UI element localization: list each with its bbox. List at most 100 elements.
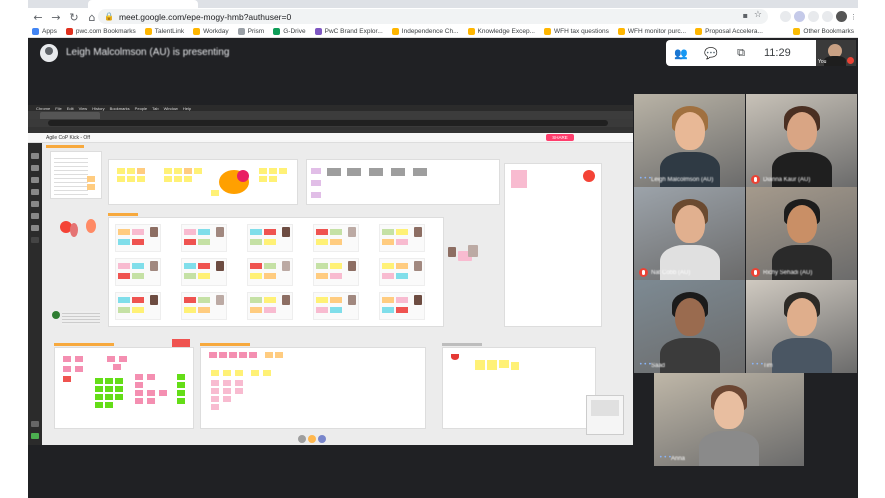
- mic-off-icon: [639, 268, 648, 277]
- bookmark-item[interactable]: PwC Brand Explor...: [314, 28, 383, 35]
- participant-face: [786, 298, 817, 336]
- mac-menu-item: Edit: [66, 105, 74, 111]
- team-card: [313, 292, 359, 320]
- other-bookmarks[interactable]: Other Bookmarks: [793, 28, 854, 35]
- chat-icon[interactable]: 💬: [696, 43, 726, 63]
- frame-tag: [54, 343, 114, 346]
- bookmark-item[interactable]: WFH monitor purc...: [617, 28, 687, 35]
- shared-screen: Chrome File Edit View History Bookmarks People…: [28, 105, 633, 445]
- bookmark-item[interactable]: WFH tax questions: [543, 28, 609, 35]
- activities-icon[interactable]: ⧉: [726, 43, 756, 63]
- mac-menu-item: Window: [163, 105, 178, 111]
- url-text[interactable]: meet.google.com/epe-mogy-hmb?authuser=0: [119, 12, 291, 22]
- self-view-tile[interactable]: You: [816, 40, 856, 66]
- browser-window: ← → ↻ ⌂ 🔒 meet.google.com/epe-mogy-hmb?a…: [28, 0, 858, 498]
- mac-menu-item: Chrome: [36, 105, 51, 111]
- bookmark-item[interactable]: Knowledge Excep...: [467, 28, 535, 35]
- camera-icon[interactable]: ▪: [743, 11, 748, 20]
- bookmark-icon: [32, 28, 39, 35]
- participant-face: [786, 112, 817, 150]
- folder-icon: [793, 28, 801, 35]
- bookmark-label: PwC Brand Explor...: [324, 28, 383, 35]
- bookmark-icon: [617, 28, 625, 35]
- address-bar[interactable]: 🔒 meet.google.com/epe-mogy-hmb?authuser=…: [98, 9, 768, 24]
- inner-browser-tabs: [28, 111, 633, 119]
- forward-icon[interactable]: →: [48, 9, 64, 25]
- meeting-time: 11:29: [764, 47, 791, 59]
- mac-menu-item: Bookmarks: [109, 105, 130, 111]
- bookmark-label: Proposal Accelera...: [705, 28, 763, 35]
- participant-name: Dianna Kaur (AU): [763, 177, 811, 183]
- participant-tile[interactable]: ••• Tim: [746, 280, 857, 373]
- bookmark-item[interactable]: Prism: [237, 28, 264, 35]
- miro-board[interactable]: Agile CoP Kick - Off SHARE: [28, 133, 633, 445]
- values-frame: [306, 159, 500, 205]
- participant-tile[interactable]: ••• Anna: [654, 373, 804, 466]
- people-icon[interactable]: 👥: [666, 43, 696, 63]
- mac-menu-item: People: [134, 105, 148, 111]
- team-card: [379, 224, 425, 252]
- bookmark-icon: [273, 28, 281, 35]
- frame-tag: [442, 343, 482, 346]
- bookmark-icon: [314, 28, 322, 35]
- collaborator-avatars: [298, 435, 358, 445]
- participant-body: [659, 338, 720, 373]
- minimap[interactable]: [586, 395, 624, 435]
- reload-icon[interactable]: ↻: [66, 9, 82, 25]
- participant-face: [674, 205, 705, 243]
- participant-tile[interactable]: ••• Leigh Malcolmson (AU): [634, 94, 745, 187]
- bookmark-label: pwc.com Bookmarks: [75, 28, 136, 35]
- puzzle-icon[interactable]: [822, 11, 833, 22]
- participant-face: [786, 205, 817, 243]
- participant-tile[interactable]: Dianna Kaur (AU): [746, 94, 857, 187]
- photo-sticker: [448, 247, 456, 257]
- participant-name: Tim: [763, 363, 773, 369]
- team-card: [115, 224, 161, 252]
- bookmark-item[interactable]: Proposal Accelera...: [695, 28, 763, 35]
- profile-avatar[interactable]: [836, 11, 847, 22]
- icebreaker-frame: [108, 159, 298, 205]
- miro-topbar: Agile CoP Kick - Off SHARE: [28, 133, 633, 143]
- extension-icon[interactable]: [780, 11, 791, 22]
- extension-icon[interactable]: [794, 11, 805, 22]
- bookmark-label: Apps: [42, 28, 57, 35]
- mac-menu-item: Tab: [152, 105, 159, 111]
- bookmark-item[interactable]: Independence Ch...: [391, 28, 459, 35]
- team-card: [181, 258, 227, 286]
- participant-tile[interactable]: ••• Saad: [634, 280, 745, 373]
- back-icon[interactable]: ←: [30, 9, 46, 25]
- bookmark-label: WFH monitor purc...: [627, 28, 687, 35]
- active-tab[interactable]: [88, 0, 198, 8]
- mac-menu-item: History: [92, 105, 105, 111]
- participant-tile[interactable]: Richy Sehadi (AU): [746, 187, 857, 280]
- question-text: [62, 311, 100, 325]
- participant-face: [674, 112, 705, 150]
- participant-tile[interactable]: Nat Cobb (AU): [634, 187, 745, 280]
- self-label: You: [818, 59, 827, 65]
- participant-body: [699, 431, 759, 466]
- bookmark-star-icon[interactable]: ☆: [754, 10, 762, 20]
- team-cards-frame: [108, 217, 444, 327]
- bookmark-icon: [391, 28, 399, 35]
- participant-body: [771, 338, 832, 373]
- extension-icon[interactable]: [808, 11, 819, 22]
- bookmark-item[interactable]: Apps: [32, 28, 57, 35]
- actions-frame: [442, 347, 596, 429]
- team-card: [313, 224, 359, 252]
- agenda-frame: [50, 151, 102, 199]
- team-card: [181, 292, 227, 320]
- bookmark-item[interactable]: Workday: [193, 28, 229, 35]
- car-icon: [583, 170, 595, 182]
- bookmark-item[interactable]: pwc.com Bookmarks: [65, 28, 136, 35]
- frame-tag: [200, 343, 250, 346]
- question-icon: [52, 311, 60, 319]
- retro-frame: [54, 347, 194, 429]
- share-button: SHARE: [546, 134, 574, 141]
- bookmark-icon: [193, 28, 201, 35]
- bookmark-item[interactable]: G-Drive: [273, 28, 306, 35]
- bookmark-item[interactable]: TalentLink: [144, 28, 185, 35]
- bookmark-label: TalentLink: [154, 28, 185, 35]
- emoji-circle: [237, 170, 249, 182]
- kebab-menu-icon[interactable]: ⋮: [848, 11, 859, 22]
- bookmark-label: Workday: [203, 28, 229, 35]
